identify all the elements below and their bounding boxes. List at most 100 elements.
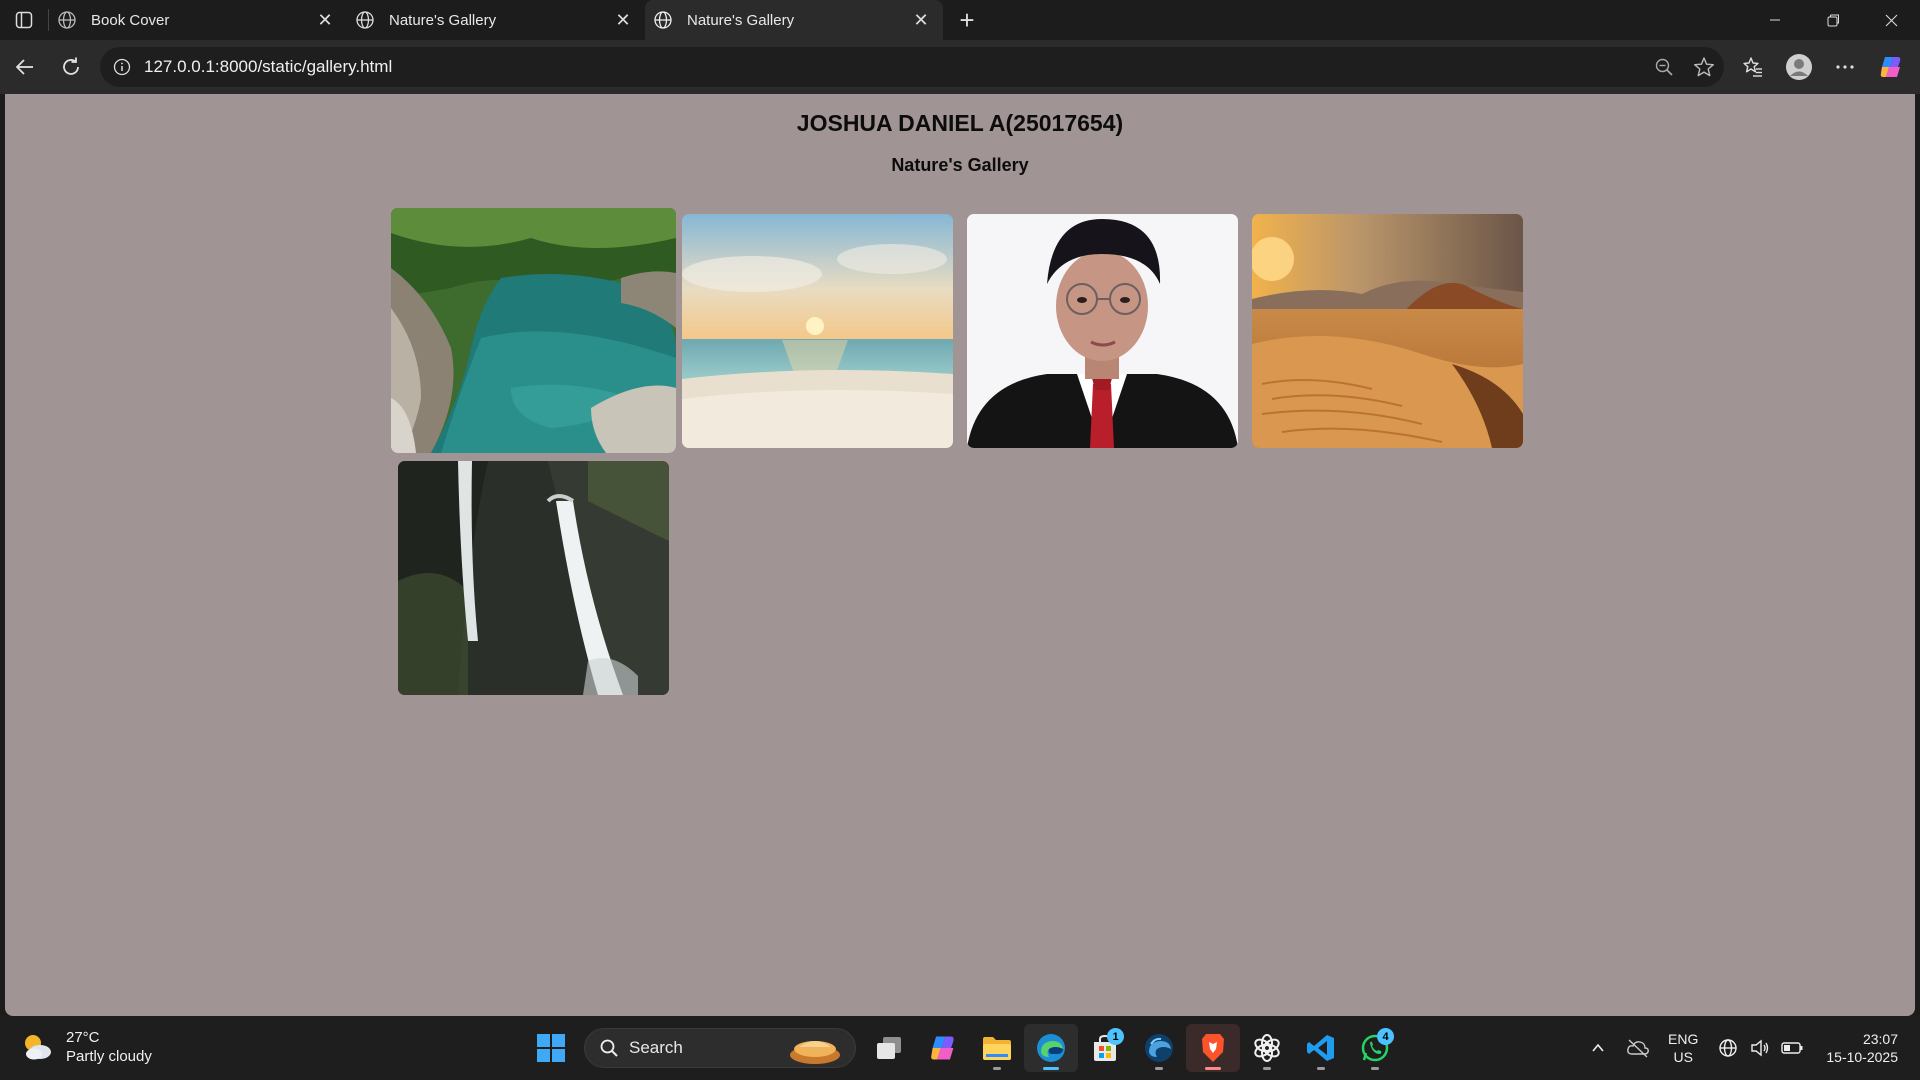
running-indicator <box>1263 1067 1271 1070</box>
network-icon[interactable] <box>1712 1032 1744 1064</box>
clock[interactable]: 23:07 15-10-2025 <box>1826 1030 1898 1066</box>
start-button[interactable] <box>524 1024 578 1072</box>
language-code: ENG <box>1668 1031 1699 1047</box>
gallery-subtitle: Nature's Gallery <box>891 155 1029 175</box>
weather-widget[interactable]: 27°C Partly cloudy <box>20 1028 152 1066</box>
running-indicator <box>1371 1067 1379 1070</box>
running-indicator <box>993 1067 1001 1070</box>
back-arrow-icon <box>15 59 33 75</box>
chatgpt-app[interactable] <box>1240 1024 1294 1072</box>
close-tab-icon[interactable]: ✕ <box>613 10 633 30</box>
more-icon <box>1836 65 1854 69</box>
language-indicator[interactable]: ENG US <box>1668 1030 1698 1066</box>
system-tray: ENG US 23:07 15-10-2025 <box>1582 1016 1920 1080</box>
tab-natures-gallery-active[interactable]: Nature's Gallery ✕ <box>645 0 943 40</box>
notification-badge: 1 <box>1107 1028 1124 1045</box>
copilot-button[interactable] <box>1868 47 1914 87</box>
windows-logo-icon <box>537 1034 565 1062</box>
clock-date: 15-10-2025 <box>1826 1049 1898 1065</box>
refresh-button[interactable] <box>48 47 94 87</box>
brave-app[interactable] <box>1186 1024 1240 1072</box>
url-text[interactable]: 127.0.0.1:8000/static/gallery.html <box>144 57 1644 77</box>
toolbar-right <box>1730 40 1920 94</box>
edge-app[interactable] <box>1024 1024 1078 1072</box>
minimize-icon[interactable] <box>1746 0 1804 40</box>
tab-actions-button[interactable] <box>0 0 48 40</box>
gallery-image-portrait[interactable] <box>967 214 1238 448</box>
chatgpt-icon <box>1254 1034 1280 1062</box>
search-icon <box>600 1039 618 1057</box>
browser-toolbar: 127.0.0.1:8000/static/gallery.html <box>0 40 1920 94</box>
show-hidden-icons-button[interactable] <box>1582 1032 1614 1064</box>
battery-icon[interactable] <box>1776 1032 1808 1064</box>
volume-icon[interactable] <box>1744 1032 1776 1064</box>
task-view-button[interactable] <box>862 1024 916 1072</box>
search-highlight-icon <box>790 1041 840 1064</box>
favorites-icon <box>1743 57 1762 77</box>
notification-badge: 4 <box>1377 1028 1394 1045</box>
running-indicator <box>1043 1067 1059 1070</box>
page-content: JOSHUA DANIEL A(25017654) Nature's Galle… <box>5 94 1915 1016</box>
chevron-up-icon <box>1592 1043 1604 1052</box>
weather-condition: Partly cloudy <box>66 1048 152 1065</box>
back-button[interactable] <box>2 47 48 87</box>
profile-button[interactable] <box>1776 47 1822 87</box>
tab-book-cover[interactable]: Book Cover ✕ <box>49 0 347 40</box>
tab-title: Nature's Gallery <box>687 11 795 29</box>
gallery-image-waterfall[interactable] <box>398 461 669 695</box>
folder-icon <box>983 1037 1011 1060</box>
running-indicator <box>1317 1067 1325 1070</box>
microsoft-store-app[interactable]: 1 <box>1078 1024 1132 1072</box>
gallery-image-beach[interactable] <box>682 214 953 448</box>
cloud-off-icon <box>1627 1039 1649 1058</box>
address-bar[interactable]: 127.0.0.1:8000/static/gallery.html <box>100 47 1724 87</box>
zoom-out-icon[interactable] <box>1644 47 1684 87</box>
close-tab-icon[interactable]: ✕ <box>315 10 335 30</box>
favorite-star-icon[interactable] <box>1684 47 1724 87</box>
weather-temp: 27°C <box>66 1029 100 1046</box>
tab-natures-gallery[interactable]: Nature's Gallery ✕ <box>347 0 645 40</box>
sidebar-icon <box>15 11 33 29</box>
refresh-icon <box>63 57 79 75</box>
tab-title: Book Cover <box>91 11 170 29</box>
vscode-app[interactable] <box>1294 1024 1348 1072</box>
task-view-icon <box>877 1037 901 1059</box>
edge-dev-app[interactable] <box>1132 1024 1186 1072</box>
globe-icon <box>653 10 673 30</box>
copilot-app[interactable] <box>916 1024 970 1072</box>
brave-icon <box>1202 1034 1224 1062</box>
favorites-button[interactable] <box>1730 47 1776 87</box>
file-explorer-app[interactable] <box>970 1024 1024 1072</box>
running-indicator <box>1155 1067 1163 1070</box>
taskbar: 27°C Partly cloudy Search 1 4 ENG US 23:… <box>0 1016 1920 1080</box>
onedrive-button[interactable] <box>1622 1032 1654 1064</box>
page-title: JOSHUA DANIEL A(25017654) <box>796 110 1124 136</box>
taskbar-apps: Search 1 4 <box>524 1024 1402 1072</box>
keyboard-region: US <box>1673 1049 1693 1065</box>
globe-icon <box>355 10 375 30</box>
window-controls <box>1746 0 1920 40</box>
copilot-icon <box>1880 57 1901 77</box>
avatar-icon <box>1786 54 1812 80</box>
close-window-icon[interactable] <box>1862 0 1920 40</box>
tab-title: Nature's Gallery <box>389 11 497 29</box>
edge-dev-icon <box>1145 1034 1173 1062</box>
new-tab-button[interactable]: + <box>947 0 987 40</box>
site-info-icon[interactable] <box>110 55 134 79</box>
gallery-image-desert[interactable] <box>1252 214 1523 448</box>
whatsapp-app[interactable]: 4 <box>1348 1024 1402 1072</box>
partly-cloudy-icon <box>25 1035 51 1060</box>
copilot-icon <box>931 1036 954 1060</box>
globe-icon <box>57 10 77 30</box>
search-label: Search <box>629 1038 683 1057</box>
edge-icon <box>1037 1034 1065 1062</box>
gallery-image-river[interactable] <box>391 208 676 453</box>
running-indicator <box>1205 1067 1221 1070</box>
more-menu-button[interactable] <box>1822 47 1868 87</box>
vscode-icon <box>1307 1035 1334 1061</box>
close-tab-icon[interactable]: ✕ <box>911 10 931 30</box>
taskbar-search[interactable]: Search <box>584 1028 856 1068</box>
restore-icon[interactable] <box>1804 0 1862 40</box>
clock-time: 23:07 <box>1862 1031 1898 1047</box>
tab-strip: Book Cover ✕ Nature's Gallery ✕ Nature's… <box>0 0 1920 40</box>
